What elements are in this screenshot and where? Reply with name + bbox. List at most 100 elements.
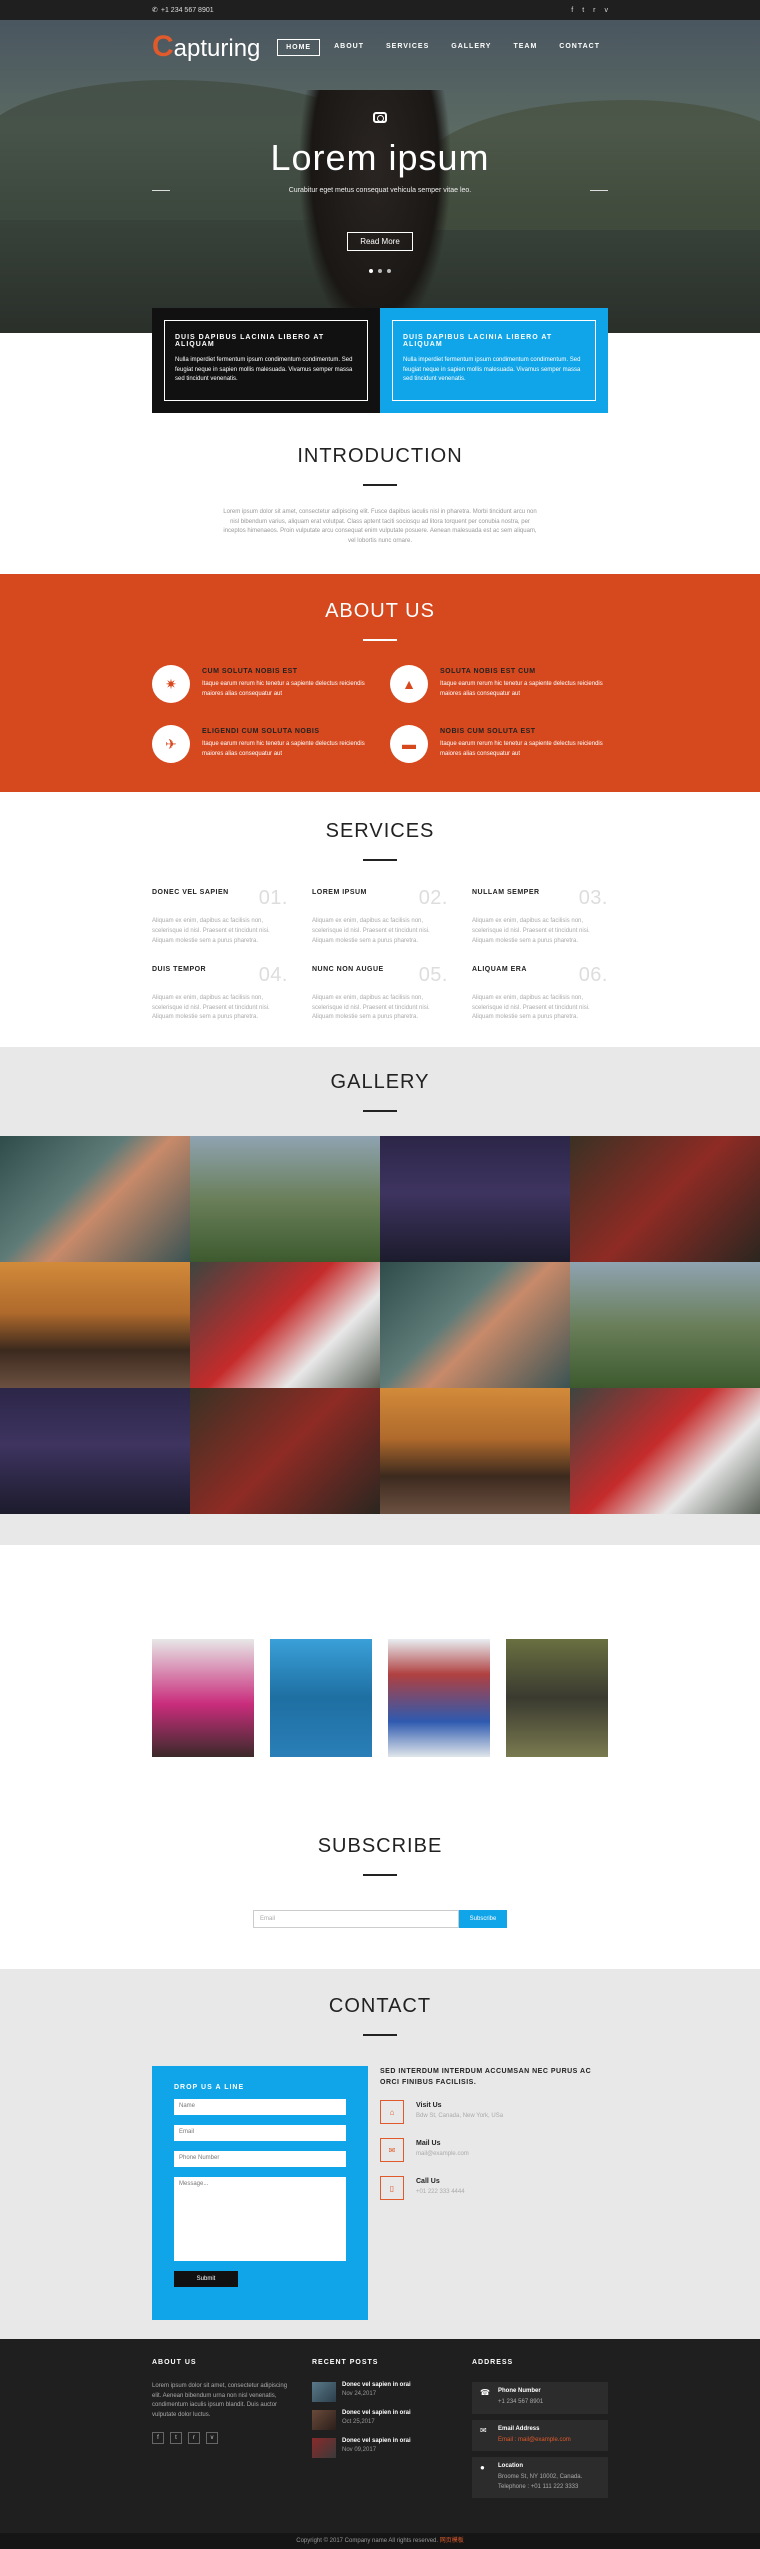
section-divider <box>363 1109 397 1112</box>
service-number: 02. <box>418 887 448 910</box>
service-number: 03. <box>578 887 608 910</box>
subscribe-title: SUBSCRIBE <box>317 1834 443 1857</box>
rss-icon[interactable]: r <box>188 2432 200 2445</box>
address-title: Email Address <box>498 2425 540 2432</box>
about-item: ✈ ELIGENDI CUM SOLUTA NOBIS Itaque earum … <box>152 725 370 764</box>
about-grid: ✷ CUM SOLUTA NOBIS EST Itaque earum rerum… <box>152 665 608 764</box>
nav-services[interactable]: SERVICES <box>378 39 437 56</box>
about-item-text: Itaque earum rerum hic tenetur a sapient… <box>440 741 603 757</box>
gallery-tent-night-2[interactable] <box>0 1387 190 1514</box>
nav-team[interactable]: TEAM <box>505 39 545 56</box>
footer: ABOUT US Lorem ipsum dolor sit amet, con… <box>0 2338 760 2549</box>
gallery-red-jacket[interactable] <box>190 1261 380 1388</box>
post-date: Nov 09,2017 <box>342 2446 377 2453</box>
gallery-woman-red[interactable] <box>570 1135 760 1262</box>
phone-icon: ✆ <box>152 7 158 14</box>
footer-about-title: ABOUT US <box>152 2358 197 2366</box>
email-field[interactable]: Email <box>174 2124 346 2141</box>
about-item-text: Itaque earum rerum hic tenetur a sapient… <box>202 741 365 757</box>
gallery-kids-camera[interactable] <box>190 1135 380 1262</box>
nav-gallery[interactable]: GALLERY <box>443 39 499 56</box>
contact-form: DROP US A LINE Name Email Phone Number M… <box>152 2065 368 2320</box>
service-text: Aliquam ex enim, dapibus ac facilisis no… <box>312 995 430 1021</box>
vimeo-icon[interactable]: v <box>605 7 609 14</box>
service-item: NULLAM SEMPER 03. Aliquam ex enim, dapibu… <box>472 887 608 946</box>
vimeo-icon[interactable]: v <box>206 2432 218 2445</box>
recent-post[interactable]: Donec vel sapien in orai Nov 24,2017 <box>312 2381 448 2402</box>
bus-icon: ▬ <box>390 725 428 764</box>
gallery-woman-wall-2[interactable] <box>380 1261 570 1388</box>
footer-columns: ABOUT US Lorem ipsum dolor sit amet, con… <box>152 2359 608 2504</box>
read-more-button[interactable]: Read More <box>347 232 413 251</box>
gallery-red-jacket-2[interactable] <box>570 1387 760 1514</box>
hero-banner: C apturing HOME ABOUT SERVICES GALLERY T… <box>0 20 760 333</box>
submit-button[interactable]: Submit <box>174 2270 238 2287</box>
gallery-mountain-sunset[interactable] <box>0 1261 190 1388</box>
mail-icon: ✉ <box>380 2138 404 2163</box>
post-title[interactable]: Donec vel sapien in orai <box>342 2438 411 2444</box>
post-title[interactable]: Donec vel sapien in orai <box>342 2410 411 2416</box>
recent-post[interactable]: Donec vel sapien in orai Nov 09,2017 <box>312 2437 448 2458</box>
subscribe-section: SUBSCRIBE Email Subscribe <box>0 1825 760 1969</box>
service-text: Aliquam ex enim, dapibus ac facilisis no… <box>152 995 270 1021</box>
phone-icon: ☎ <box>480 2387 490 2397</box>
gallery-tent-night[interactable] <box>380 1135 570 1262</box>
post-title[interactable]: Donec vel sapien in orai <box>342 2382 411 2388</box>
gallery-woman-wall[interactable] <box>0 1135 190 1262</box>
footer-posts-title: RECENT POSTS <box>312 2358 379 2366</box>
contact-info-text[interactable]: mail@example.com <box>416 2151 469 2157</box>
nav-about[interactable]: ABOUT <box>326 39 372 56</box>
service-title: NUNC NON AUGUE <box>312 966 384 974</box>
contact-section: CONTACT DROP US A LINE Name Email Phone … <box>0 1968 760 2339</box>
name-field[interactable]: Name <box>174 2098 346 2115</box>
contact-info-title: Mail Us <box>416 2140 441 2148</box>
subscribe-email-input[interactable]: Email <box>253 1909 459 1928</box>
contact-form-title: DROP US A LINE <box>174 2083 245 2091</box>
star-icon: ✷ <box>152 665 190 704</box>
hero-content: Lorem ipsum Curabitur eget metus consequ… <box>0 112 760 273</box>
twitter-icon[interactable]: t <box>582 7 584 14</box>
logo-initial: C <box>152 30 174 63</box>
service-text: Aliquam ex enim, dapibus ac facilisis no… <box>152 918 270 944</box>
feature-title: DUIS DAPIBUS LACINIA LIBERO AT ALIQUAM <box>175 334 325 348</box>
logo[interactable]: C apturing <box>152 30 260 64</box>
nav-menu: HOME ABOUT SERVICES GALLERY TEAM CONTACT <box>277 38 608 56</box>
rss-icon[interactable]: r <box>593 7 595 14</box>
slider-dot[interactable] <box>378 269 382 273</box>
twitter-icon[interactable]: t <box>170 2432 182 2445</box>
home-icon: ⌂ <box>380 2100 404 2125</box>
contact-title: CONTACT <box>328 1994 432 2017</box>
contact-info-text: Bdw St, Canada, New York, USa <box>416 2113 504 2120</box>
slider-dot[interactable] <box>369 269 373 273</box>
copyright-bar: Copyright © 2017 Company name All rights… <box>0 2532 760 2549</box>
post-thumbnail <box>312 2437 336 2458</box>
nav-home[interactable]: HOME <box>277 38 321 56</box>
about-title: ABOUT US <box>325 600 435 623</box>
about-item-title: SOLUTA NOBIS EST CUM <box>440 668 536 676</box>
feature-title: DUIS DAPIBUS LACINIA LIBERO AT ALIQUAM <box>403 334 553 348</box>
facebook-icon[interactable]: f <box>152 2432 164 2445</box>
copyright-link[interactable]: 网页模板 <box>440 2538 464 2544</box>
footer-address-title: ADDRESS <box>472 2358 514 2366</box>
gallery-woman-red-2[interactable] <box>190 1387 380 1514</box>
service-item: NUNC NON AUGUE 05. Aliquam ex enim, dapib… <box>312 964 448 1023</box>
feature-text: Nulla imperdiet fermentum ipsum condimen… <box>175 357 353 383</box>
feature-box-dark: DUIS DAPIBUS LACINIA LIBERO AT ALIQUAM N… <box>152 308 380 413</box>
phone-field[interactable]: Phone Number <box>174 2150 346 2167</box>
service-item: DONEC VEL SAPIEN 01. Aliquam ex enim, dap… <box>152 887 288 946</box>
message-field[interactable]: Message... <box>174 2176 346 2261</box>
address-line[interactable]: Email : mail@example.com <box>498 2436 571 2446</box>
copyright-text: Copyright © 2017 Company name All rights… <box>296 2537 439 2544</box>
subscribe-button[interactable]: Subscribe <box>459 1909 507 1928</box>
gallery-mountain-sunset-2[interactable] <box>380 1387 570 1514</box>
gallery-kids-camera-2[interactable] <box>570 1261 760 1388</box>
nav-contact[interactable]: CONTACT <box>551 39 608 56</box>
service-title: LOREM IPSUM <box>312 889 367 897</box>
slider-dot[interactable] <box>387 269 391 273</box>
post-date: Oct 25,2017 <box>342 2418 375 2425</box>
facebook-icon[interactable]: f <box>571 7 573 14</box>
about-item-title: CUM SOLUTA NOBIS EST <box>202 668 298 676</box>
footer-address: ADDRESS ☎ Phone Number +1 234 567 8901 ✉ … <box>472 2359 608 2504</box>
address-line: Broome St, NY 10002, Canada. <box>498 2474 583 2481</box>
recent-post[interactable]: Donec vel sapien in orai Oct 25,2017 <box>312 2409 448 2430</box>
